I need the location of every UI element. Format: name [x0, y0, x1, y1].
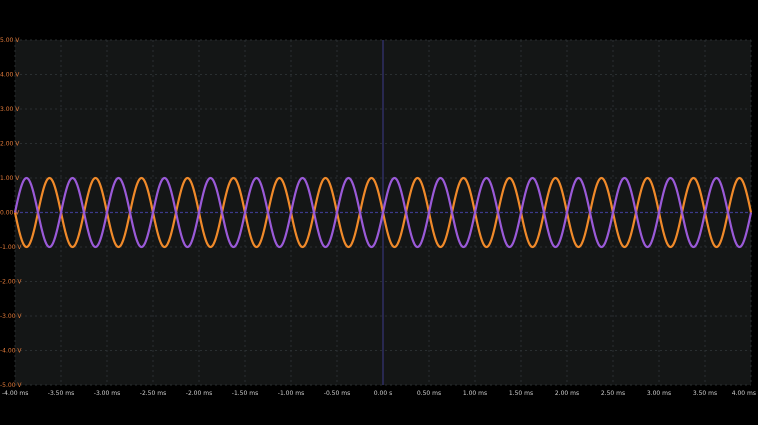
y-tick-label: -3.00 V — [0, 313, 22, 320]
y-tick-label: -5.00 V — [0, 382, 22, 389]
x-tick-label: 1.50 ms — [509, 390, 533, 397]
oscilloscope-display[interactable]: 5.00 V 4.00 V 3.00 V 2.00 V 1.00 V 0.00 V -1.0… — [0, 0, 758, 425]
x-tick-label: 3.50 ms — [693, 390, 717, 397]
x-tick-label: 3.00 ms — [647, 390, 671, 397]
x-tick-label: -3.00 ms — [94, 390, 120, 397]
y-tick-label: 3.00 V — [0, 106, 20, 113]
x-tick-label: 0.00 s — [374, 390, 392, 397]
y-tick-label: 1.00 V — [0, 175, 20, 182]
y-tick-label: 5.00 V — [0, 37, 20, 44]
x-tick-label: -2.00 ms — [186, 390, 212, 397]
x-tick-label: -4.00 ms — [2, 390, 28, 397]
x-tick-label: -1.50 ms — [232, 390, 258, 397]
x-tick-label: 2.00 ms — [555, 390, 579, 397]
y-tick-label: -2.00 V — [0, 279, 22, 286]
x-tick-label: 4.00 ms — [732, 390, 756, 397]
x-tick-label: 2.50 ms — [601, 390, 625, 397]
x-tick-label: 0.50 ms — [417, 390, 441, 397]
y-tick-label: 4.00 V — [0, 72, 20, 79]
y-tick-label: 0.00 V — [0, 210, 20, 217]
y-tick-label: -1.00 V — [0, 244, 22, 251]
y-tick-label: 2.00 V — [0, 141, 20, 148]
x-tick-label: -0.50 ms — [324, 390, 350, 397]
x-tick-label: 1.00 ms — [463, 390, 487, 397]
x-tick-label: -1.00 ms — [278, 390, 304, 397]
x-tick-label: -3.50 ms — [48, 390, 74, 397]
y-tick-label: -4.00 V — [0, 348, 22, 355]
x-tick-label: -2.50 ms — [140, 390, 166, 397]
